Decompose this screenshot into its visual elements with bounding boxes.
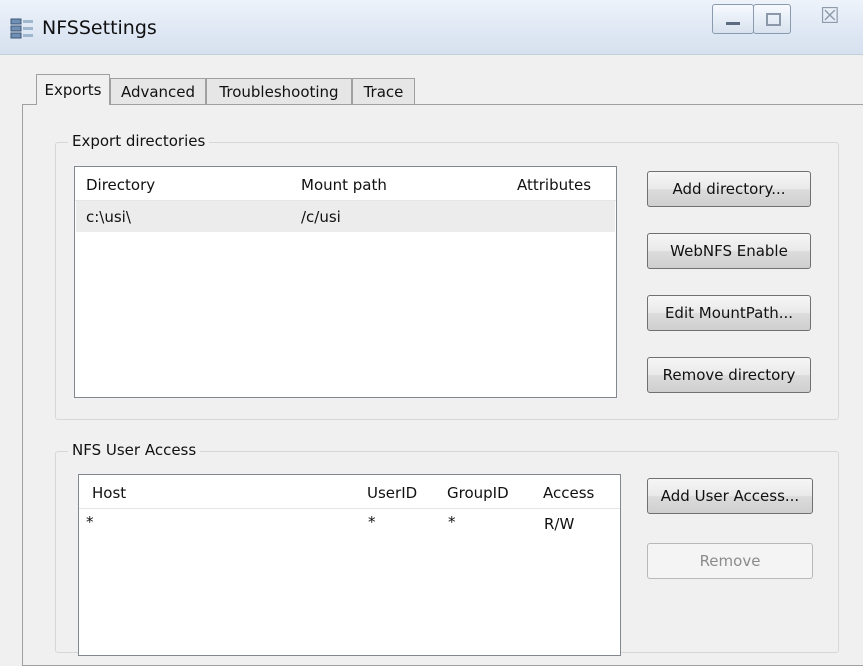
maximize-icon xyxy=(766,13,781,26)
minimize-button[interactable] xyxy=(712,4,754,34)
maximize-button[interactable] xyxy=(753,4,791,34)
column-header-directory[interactable]: Directory xyxy=(86,176,155,194)
edit-mountpath-button[interactable]: Edit MountPath... xyxy=(647,295,811,331)
webnfs-enable-button[interactable]: WebNFS Enable xyxy=(647,233,811,269)
column-header-host[interactable]: Host xyxy=(92,484,126,502)
cell-mount-path: /c/usi xyxy=(301,208,341,226)
table-row[interactable]: * * * R/W xyxy=(80,509,619,537)
tab-trace[interactable]: Trace xyxy=(352,78,415,105)
close-button[interactable]: ☒ xyxy=(820,4,840,29)
column-header-access[interactable]: Access xyxy=(543,484,594,502)
minimize-icon xyxy=(726,22,740,25)
cell-access: R/W xyxy=(544,515,575,533)
export-directories-title: Export directories xyxy=(68,132,210,150)
tab-advanced[interactable]: Advanced xyxy=(110,78,206,105)
remove-user-access-button[interactable]: Remove xyxy=(647,543,813,579)
column-header-mount-path[interactable]: Mount path xyxy=(301,176,387,194)
table-row[interactable]: c:\usi\ /c/usi xyxy=(76,201,615,232)
user-access-list[interactable]: Host UserID GroupID Access * * * R/W xyxy=(78,474,621,656)
column-header-attributes[interactable]: Attributes xyxy=(517,176,591,194)
user-access-title: NFS User Access xyxy=(68,441,201,459)
add-directory-button[interactable]: Add directory... xyxy=(647,171,811,207)
column-header-userid[interactable]: UserID xyxy=(367,484,417,502)
tab-exports[interactable]: Exports xyxy=(36,74,110,105)
export-directories-list[interactable]: Directory Mount path Attributes c:\usi\ … xyxy=(74,166,617,398)
add-user-access-button[interactable]: Add User Access... xyxy=(647,478,813,514)
tab-troubleshooting[interactable]: Troubleshooting xyxy=(206,78,352,105)
cell-groupid: * xyxy=(448,513,456,531)
remove-directory-button[interactable]: Remove directory xyxy=(647,357,811,393)
cell-userid: * xyxy=(368,513,376,531)
server-list-icon xyxy=(10,18,33,39)
cell-directory: c:\usi\ xyxy=(86,208,131,226)
title-bar: NFSSettings ☒ xyxy=(0,0,863,55)
window-title: NFSSettings xyxy=(42,17,157,39)
column-header-groupid[interactable]: GroupID xyxy=(447,484,509,502)
cell-host: * xyxy=(86,513,94,531)
close-icon: ☒ xyxy=(820,4,840,29)
